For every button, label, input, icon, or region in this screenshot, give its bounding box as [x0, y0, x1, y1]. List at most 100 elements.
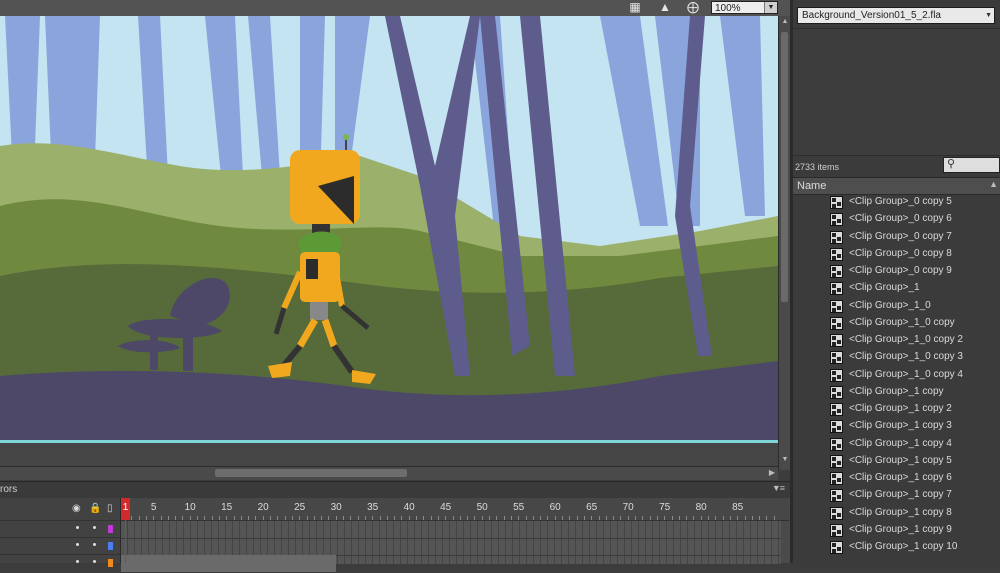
vertical-scroll-thumb[interactable] — [781, 32, 788, 302]
list-item[interactable]: <Clip Group>_1_0 copy — [793, 315, 1000, 332]
frame-number: 45 — [440, 502, 452, 513]
frame-number: 75 — [659, 502, 671, 513]
list-item[interactable]: <Clip Group>_0 copy 8 — [793, 246, 1000, 263]
list-item-label: <Clip Group>_1 copy 9 — [849, 523, 952, 535]
scroll-up-icon[interactable]: ▲ — [780, 18, 790, 25]
chevron-down-icon: ▼ — [985, 12, 992, 19]
library-preview — [793, 28, 1000, 156]
clip-group-icon — [830, 247, 843, 261]
clip-group-icon — [830, 472, 843, 485]
library-panel: Background_Version01_5_2.fla ▼ 2733 item… — [793, 0, 1000, 563]
list-item-label: <Clip Group>_1_0 copy — [849, 316, 955, 328]
library-search-input[interactable]: ⚲ — [943, 157, 1000, 173]
frame-number: 30 — [330, 502, 342, 513]
list-item[interactable]: <Clip Group>_1 copy — [793, 384, 1000, 401]
scroll-down-icon[interactable]: ▼ — [780, 456, 790, 463]
list-item-label: <Clip Group>_1 copy 5 — [849, 454, 952, 466]
clip-group-icon — [830, 282, 843, 296]
sort-icon[interactable]: ▲ — [989, 179, 998, 189]
list-item[interactable]: <Clip Group>_0 copy 9 — [793, 263, 1000, 280]
lock-icon[interactable]: 🔒 — [89, 503, 101, 514]
list-item-label: <Clip Group>_1 copy 4 — [849, 437, 952, 449]
list-item[interactable]: <Clip Group>_1 — [793, 280, 1000, 297]
list-item-label: <Clip Group>_1 copy 7 — [849, 489, 952, 501]
list-item[interactable]: <Clip Group>_1 copy 8 — [793, 505, 1000, 522]
clapper-icon[interactable]: ▦ — [626, 1, 644, 14]
clip-group-icon — [830, 523, 843, 537]
playhead[interactable]: 1 — [121, 498, 130, 563]
list-item-label: <Clip Group>_1 copy 10 — [849, 541, 958, 552]
list-item[interactable]: <Clip Group>_1 copy 10 — [793, 539, 1000, 556]
horizontal-scroll-thumb[interactable] — [215, 469, 407, 477]
list-item-label: <Clip Group>_1_0 copy 2 — [849, 334, 963, 345]
pasteboard — [0, 443, 778, 466]
list-item-label: <Clip Group>_1_0 copy 3 — [849, 351, 963, 363]
library-list[interactable]: <Clip Group>_0 copy 5 <Clip Group>_0 copy… — [793, 194, 1000, 563]
list-item[interactable]: <Clip Group>_0 copy 7 — [793, 229, 1000, 246]
clip-group-icon — [830, 265, 843, 278]
library-document-select[interactable]: Background_Version01_5_2.fla ▼ — [797, 7, 995, 24]
frame-number: 50 — [476, 502, 488, 513]
clip-group-icon — [830, 420, 843, 434]
library-column-header[interactable]: Name ▲ — [793, 177, 1000, 195]
timeline-tab-label[interactable]: rors — [0, 484, 17, 495]
list-item[interactable]: <Clip Group>_0 copy 5 — [793, 194, 1000, 211]
frame-number: 25 — [294, 502, 306, 513]
list-item-label: <Clip Group>_0 copy 9 — [849, 265, 952, 276]
scroll-right-icon[interactable]: ▶ — [769, 468, 775, 477]
frame-row[interactable] — [121, 538, 781, 556]
frame-number: 10 — [184, 502, 196, 513]
panel-menu-icon[interactable]: ▼≡ — [772, 483, 785, 493]
eye-icon[interactable]: ◉ — [72, 503, 81, 514]
list-item[interactable]: <Clip Group>_1 copy 9 — [793, 522, 1000, 539]
frame-number: 70 — [622, 502, 634, 513]
playhead-line — [125, 520, 126, 563]
timeline-header: rors ▼≡ — [0, 481, 790, 499]
frame-number: 80 — [695, 502, 707, 513]
clip-group-icon — [830, 230, 843, 244]
layer-column: ◉ 🔒 ▯ — [0, 498, 121, 567]
list-item[interactable]: <Clip Group>_1 copy 3 — [793, 418, 1000, 435]
layer-row[interactable] — [0, 554, 120, 572]
list-item[interactable]: <Clip Group>_1_0 copy 4 — [793, 367, 1000, 384]
clip-group-icon — [830, 489, 843, 503]
list-item-label: <Clip Group>_0 copy 7 — [849, 230, 952, 242]
clip-group-icon — [830, 437, 843, 451]
list-item[interactable]: <Clip Group>_1 copy 4 — [793, 436, 1000, 453]
clip-group-icon — [830, 334, 843, 347]
stage-canvas[interactable] — [0, 16, 778, 466]
clip-group-icon — [830, 196, 843, 209]
layer-row[interactable] — [0, 520, 120, 538]
symbol-icon[interactable]: ▲ — [656, 1, 674, 14]
list-item[interactable]: <Clip Group>_1_0 copy 2 — [793, 332, 1000, 349]
frame-row[interactable] — [121, 521, 781, 539]
list-item[interactable]: <Clip Group>_1_0 copy 3 — [793, 349, 1000, 366]
clip-group-icon — [830, 316, 843, 330]
stage-horizontal-scrollbar[interactable]: ▶ — [0, 466, 778, 480]
library-item-count: 2733 items — [795, 162, 840, 172]
stage-artwork — [0, 16, 778, 466]
layer-color-swatch — [108, 525, 113, 533]
frame-grid[interactable] — [121, 520, 781, 573]
list-item[interactable]: <Clip Group>_1 copy 6 — [793, 470, 1000, 487]
frame-number: 85 — [732, 502, 744, 513]
frame-ruler[interactable]: 1510152025303540455055606570758085 — [121, 498, 789, 521]
outline-icon[interactable]: ▯ — [107, 503, 113, 514]
frame-span[interactable] — [121, 555, 336, 573]
frame-number: 65 — [586, 502, 598, 513]
list-item[interactable]: <Clip Group>_1 copy 7 — [793, 487, 1000, 504]
list-item[interactable]: <Clip Group>_1 copy 2 — [793, 401, 1000, 418]
clip-group-icon — [830, 213, 843, 227]
list-item[interactable]: <Clip Group>_1 copy 5 — [793, 453, 1000, 470]
clip-group-icon — [830, 454, 843, 468]
list-item-label: <Clip Group>_0 copy 8 — [849, 247, 952, 259]
snap-icon[interactable]: ⨁ — [684, 1, 702, 14]
playhead-frame[interactable]: 1 — [121, 498, 130, 520]
list-item[interactable]: <Clip Group>_0 copy 6 — [793, 211, 1000, 228]
stage-toolbar: ▦ ▲ ⨁ 100% ▼ — [0, 0, 790, 17]
list-item-label: <Clip Group>_1 copy 2 — [849, 403, 952, 414]
layer-row[interactable] — [0, 537, 120, 555]
zoom-select[interactable]: 100% ▼ — [711, 1, 778, 14]
clip-group-icon — [830, 299, 843, 313]
list-item[interactable]: <Clip Group>_1_0 — [793, 298, 1000, 315]
